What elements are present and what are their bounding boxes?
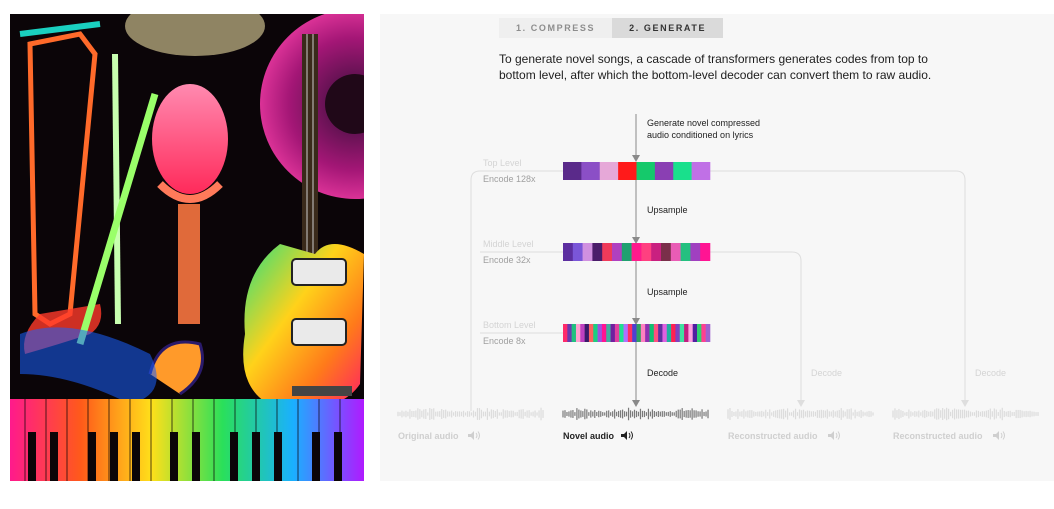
code-cell [670, 243, 681, 261]
code-cell [649, 324, 655, 342]
code-cell [592, 243, 603, 261]
code-cell [658, 324, 663, 342]
code-cell [563, 162, 582, 180]
code-cell [619, 324, 624, 342]
middle-level-encode: Encode 32x [483, 255, 531, 265]
middle-level-label: Middle Level [483, 239, 534, 249]
original-audio-label: Original audio [398, 431, 459, 441]
code-cell [581, 162, 601, 180]
upsample-label-2: Upsample [647, 287, 688, 297]
decode-label-reconstructed-1: Decode [811, 368, 842, 378]
code-cell [645, 324, 650, 342]
code-cell [572, 243, 583, 261]
middle-level-codes [563, 243, 711, 261]
original-audio-control[interactable]: Original audio [398, 431, 480, 441]
code-cell [610, 324, 616, 342]
upsample-label-1: Upsample [647, 205, 688, 215]
speaker-icon [468, 431, 480, 440]
reconstructed-audio-control-2[interactable]: Reconstructed audio [893, 431, 1005, 441]
code-cell [563, 243, 574, 261]
reconstructed-audio-label-2: Reconstructed audio [893, 431, 983, 441]
code-cell [680, 243, 691, 261]
novel-audio-waveform[interactable] [562, 407, 709, 421]
novel-audio-label: Novel audio [563, 431, 615, 441]
speaker-icon [621, 431, 633, 440]
code-cell [567, 324, 572, 342]
code-cell [697, 324, 702, 342]
code-cell [602, 243, 613, 261]
code-cell [627, 324, 633, 342]
code-cell [700, 243, 711, 261]
reconstructed-audio-control-1[interactable]: Reconstructed audio [728, 431, 840, 441]
code-cell [593, 324, 598, 342]
code-cell [588, 324, 594, 342]
code-cell [614, 324, 620, 342]
novel-audio-control[interactable]: Novel audio [563, 431, 633, 441]
bottom-level-codes [563, 324, 711, 342]
generate-panel: 1. COMPRESS 2. GENERATE To generate nove… [380, 14, 1054, 481]
code-cell [618, 162, 637, 180]
code-cell [612, 243, 623, 261]
code-cell [621, 243, 632, 261]
speaker-icon [993, 431, 1005, 440]
code-cell [673, 162, 692, 180]
code-cell [571, 324, 577, 342]
reconstructed-audio-label-1: Reconstructed audio [728, 431, 818, 441]
code-cell [688, 324, 693, 342]
generation-diagram: Generate novel compressed audio conditio… [397, 114, 1039, 441]
faded-connectors [470, 170, 966, 411]
generate-note-line-2: audio conditioned on lyrics [647, 130, 754, 140]
code-cell [632, 324, 637, 342]
faded-arrowheads [797, 400, 969, 407]
code-cell [623, 324, 629, 342]
code-cell [641, 243, 652, 261]
code-cell [580, 324, 585, 342]
bottom-level-label: Bottom Level [483, 320, 536, 330]
code-cell [654, 162, 674, 180]
top-level-encode: Encode 128x [483, 174, 536, 184]
code-cell [651, 243, 662, 261]
bottom-level-encode: Encode 8x [483, 336, 526, 346]
code-cell [679, 324, 685, 342]
code-cell [575, 324, 581, 342]
code-cell [599, 162, 619, 180]
code-cell [563, 324, 568, 342]
code-cell [640, 324, 646, 342]
code-cell [671, 324, 676, 342]
music-collage-artwork [10, 14, 364, 481]
top-level-codes [563, 162, 711, 180]
decode-label-reconstructed-2: Decode [975, 368, 1006, 378]
speaker-icon [828, 431, 840, 440]
code-cell [597, 324, 603, 342]
code-cell [701, 324, 706, 342]
code-cell [675, 324, 681, 342]
code-cell [636, 162, 656, 180]
code-cell [690, 243, 701, 261]
top-level-label: Top Level [483, 158, 522, 168]
reconstructed-audio-waveform-1[interactable] [727, 408, 874, 420]
code-cell [666, 324, 672, 342]
generate-note-line-1: Generate novel compressed [647, 118, 760, 128]
decode-label-main: Decode [647, 368, 678, 378]
reconstructed-audio-waveform-2[interactable] [892, 407, 1039, 421]
code-cell [692, 324, 698, 342]
code-cell [653, 324, 659, 342]
code-cell [636, 324, 642, 342]
code-cell [584, 324, 590, 342]
code-cell [691, 162, 711, 180]
code-cell [684, 324, 689, 342]
code-cell [662, 324, 668, 342]
code-cell [705, 324, 711, 342]
code-cell [582, 243, 593, 261]
code-cell [631, 243, 642, 261]
code-cell [601, 324, 607, 342]
code-cell [606, 324, 611, 342]
code-cell [661, 243, 672, 261]
